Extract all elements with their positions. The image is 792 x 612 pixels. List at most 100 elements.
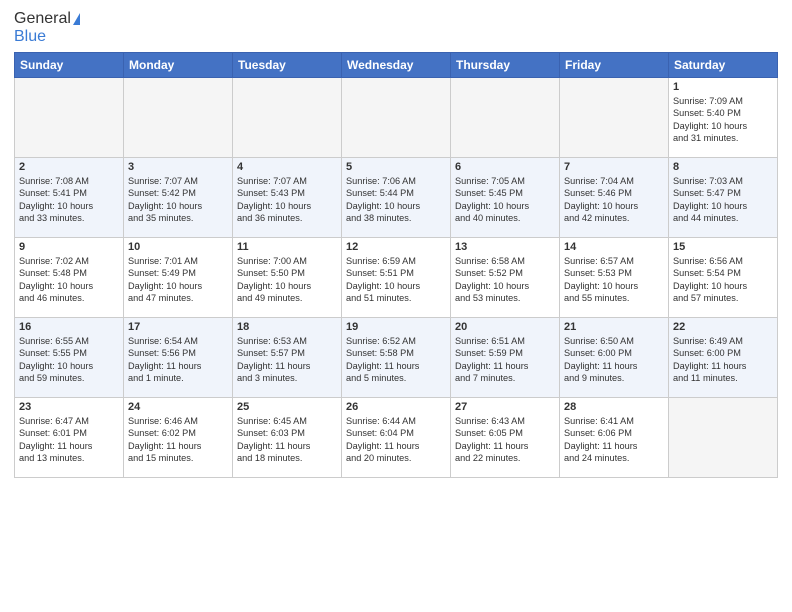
calendar-cell: 5 Sunrise: 7:06 AM Sunset: 5:44 PM Daylig…	[342, 158, 451, 238]
calendar-cell: 7 Sunrise: 7:04 AM Sunset: 5:46 PM Daylig…	[560, 158, 669, 238]
day-header-sunday: Sunday	[15, 53, 124, 78]
day-number: 15	[673, 241, 773, 253]
day-number: 28	[564, 401, 664, 413]
day-info: Sunrise: 6:56 AM Sunset: 5:54 PM Dayligh…	[673, 255, 773, 305]
day-number: 23	[19, 401, 119, 413]
day-number: 27	[455, 401, 555, 413]
calendar-cell: 18 Sunrise: 6:53 AM Sunset: 5:57 PM Dayli…	[233, 318, 342, 398]
day-info: Sunrise: 6:54 AM Sunset: 5:56 PM Dayligh…	[128, 335, 228, 385]
calendar-week-1: 1 Sunrise: 7:09 AM Sunset: 5:40 PM Daylig…	[15, 78, 778, 158]
day-number: 9	[19, 241, 119, 253]
calendar-cell: 22Sunrise: 6:49 AM Sunset: 6:00 PM Dayli…	[669, 318, 778, 398]
calendar-cell	[560, 78, 669, 158]
calendar-cell: 11Sunrise: 7:00 AM Sunset: 5:50 PM Dayli…	[233, 238, 342, 318]
day-info: Sunrise: 6:51 AM Sunset: 5:59 PM Dayligh…	[455, 335, 555, 385]
calendar-cell: 25 Sunrise: 6:45 AM Sunset: 6:03 PM Dayli…	[233, 398, 342, 478]
calendar-week-3: 9 Sunrise: 7:02 AM Sunset: 5:48 PM Daylig…	[15, 238, 778, 318]
logo-general-text: General	[14, 10, 71, 27]
day-info: Sunrise: 6:55 AM Sunset: 5:55 PM Dayligh…	[19, 335, 119, 385]
day-info: Sunrise: 7:06 AM Sunset: 5:44 PM Dayligh…	[346, 175, 446, 225]
calendar-cell: 4 Sunrise: 7:07 AM Sunset: 5:43 PM Daylig…	[233, 158, 342, 238]
day-header-monday: Monday	[124, 53, 233, 78]
calendar-table: SundayMondayTuesdayWednesdayThursdayFrid…	[14, 52, 778, 478]
calendar-cell: 12 Sunrise: 6:59 AM Sunset: 5:51 PM Dayli…	[342, 238, 451, 318]
day-info: Sunrise: 7:02 AM Sunset: 5:48 PM Dayligh…	[19, 255, 119, 305]
day-info: Sunrise: 7:04 AM Sunset: 5:46 PM Dayligh…	[564, 175, 664, 225]
calendar-week-5: 23 Sunrise: 6:47 AM Sunset: 6:01 PM Dayli…	[15, 398, 778, 478]
day-number: 14	[564, 241, 664, 253]
day-info: Sunrise: 6:44 AM Sunset: 6:04 PM Dayligh…	[346, 415, 446, 465]
day-info: Sunrise: 7:00 AM Sunset: 5:50 PM Dayligh…	[237, 255, 337, 305]
calendar-cell: 15 Sunrise: 6:56 AM Sunset: 5:54 PM Dayli…	[669, 238, 778, 318]
logo-blue-text: Blue	[14, 28, 46, 45]
calendar-cell: 17 Sunrise: 6:54 AM Sunset: 5:56 PM Dayli…	[124, 318, 233, 398]
day-info: Sunrise: 6:58 AM Sunset: 5:52 PM Dayligh…	[455, 255, 555, 305]
calendar-cell: 2 Sunrise: 7:08 AM Sunset: 5:41 PM Daylig…	[15, 158, 124, 238]
calendar-cell: 10 Sunrise: 7:01 AM Sunset: 5:49 PM Dayli…	[124, 238, 233, 318]
day-number: 20	[455, 321, 555, 333]
calendar-cell	[669, 398, 778, 478]
calendar-cell: 20 Sunrise: 6:51 AM Sunset: 5:59 PM Dayli…	[451, 318, 560, 398]
calendar-cell	[15, 78, 124, 158]
day-number: 6	[455, 161, 555, 173]
day-number: 25	[237, 401, 337, 413]
day-number: 21	[564, 321, 664, 333]
day-info: Sunrise: 7:05 AM Sunset: 5:45 PM Dayligh…	[455, 175, 555, 225]
day-header-wednesday: Wednesday	[342, 53, 451, 78]
calendar-week-4: 16 Sunrise: 6:55 AM Sunset: 5:55 PM Dayli…	[15, 318, 778, 398]
logo-line2: Blue	[14, 28, 46, 46]
day-header-friday: Friday	[560, 53, 669, 78]
logo-line1: General	[14, 10, 80, 28]
day-info: Sunrise: 7:07 AM Sunset: 5:42 PM Dayligh…	[128, 175, 228, 225]
calendar-cell	[451, 78, 560, 158]
calendar-cell: 21Sunrise: 6:50 AM Sunset: 6:00 PM Dayli…	[560, 318, 669, 398]
day-info: Sunrise: 7:03 AM Sunset: 5:47 PM Dayligh…	[673, 175, 773, 225]
day-info: Sunrise: 6:52 AM Sunset: 5:58 PM Dayligh…	[346, 335, 446, 385]
day-info: Sunrise: 6:49 AM Sunset: 6:00 PM Dayligh…	[673, 335, 773, 385]
calendar-week-2: 2 Sunrise: 7:08 AM Sunset: 5:41 PM Daylig…	[15, 158, 778, 238]
day-info: Sunrise: 6:46 AM Sunset: 6:02 PM Dayligh…	[128, 415, 228, 465]
day-info: Sunrise: 6:47 AM Sunset: 6:01 PM Dayligh…	[19, 415, 119, 465]
day-info: Sunrise: 7:01 AM Sunset: 5:49 PM Dayligh…	[128, 255, 228, 305]
day-number: 3	[128, 161, 228, 173]
calendar-cell: 13 Sunrise: 6:58 AM Sunset: 5:52 PM Dayli…	[451, 238, 560, 318]
calendar-cell	[342, 78, 451, 158]
day-info: Sunrise: 6:57 AM Sunset: 5:53 PM Dayligh…	[564, 255, 664, 305]
day-number: 1	[673, 81, 773, 93]
day-number: 16	[19, 321, 119, 333]
calendar-cell: 6 Sunrise: 7:05 AM Sunset: 5:45 PM Daylig…	[451, 158, 560, 238]
day-number: 7	[564, 161, 664, 173]
day-number: 4	[237, 161, 337, 173]
day-info: Sunrise: 6:43 AM Sunset: 6:05 PM Dayligh…	[455, 415, 555, 465]
calendar-cell: 23 Sunrise: 6:47 AM Sunset: 6:01 PM Dayli…	[15, 398, 124, 478]
day-number: 5	[346, 161, 446, 173]
day-number: 10	[128, 241, 228, 253]
day-info: Sunrise: 6:41 AM Sunset: 6:06 PM Dayligh…	[564, 415, 664, 465]
day-number: 18	[237, 321, 337, 333]
day-info: Sunrise: 7:09 AM Sunset: 5:40 PM Dayligh…	[673, 95, 773, 145]
day-info: Sunrise: 6:53 AM Sunset: 5:57 PM Dayligh…	[237, 335, 337, 385]
calendar-cell: 1 Sunrise: 7:09 AM Sunset: 5:40 PM Daylig…	[669, 78, 778, 158]
day-info: Sunrise: 6:59 AM Sunset: 5:51 PM Dayligh…	[346, 255, 446, 305]
day-number: 12	[346, 241, 446, 253]
day-number: 13	[455, 241, 555, 253]
calendar-cell: 26Sunrise: 6:44 AM Sunset: 6:04 PM Dayli…	[342, 398, 451, 478]
calendar-cell	[233, 78, 342, 158]
day-number: 8	[673, 161, 773, 173]
day-info: Sunrise: 6:45 AM Sunset: 6:03 PM Dayligh…	[237, 415, 337, 465]
header: General Blue	[14, 10, 778, 46]
day-number: 17	[128, 321, 228, 333]
calendar-cell: 3 Sunrise: 7:07 AM Sunset: 5:42 PM Daylig…	[124, 158, 233, 238]
calendar-cell: 19 Sunrise: 6:52 AM Sunset: 5:58 PM Dayli…	[342, 318, 451, 398]
day-number: 2	[19, 161, 119, 173]
calendar-cell	[124, 78, 233, 158]
day-info: Sunrise: 7:07 AM Sunset: 5:43 PM Dayligh…	[237, 175, 337, 225]
calendar-cell: 27 Sunrise: 6:43 AM Sunset: 6:05 PM Dayli…	[451, 398, 560, 478]
day-info: Sunrise: 7:08 AM Sunset: 5:41 PM Dayligh…	[19, 175, 119, 225]
calendar-cell: 14 Sunrise: 6:57 AM Sunset: 5:53 PM Dayli…	[560, 238, 669, 318]
logo-triangle-icon	[73, 13, 80, 25]
calendar-cell: 9 Sunrise: 7:02 AM Sunset: 5:48 PM Daylig…	[15, 238, 124, 318]
day-header-thursday: Thursday	[451, 53, 560, 78]
day-number: 19	[346, 321, 446, 333]
calendar-cell: 8 Sunrise: 7:03 AM Sunset: 5:47 PM Daylig…	[669, 158, 778, 238]
